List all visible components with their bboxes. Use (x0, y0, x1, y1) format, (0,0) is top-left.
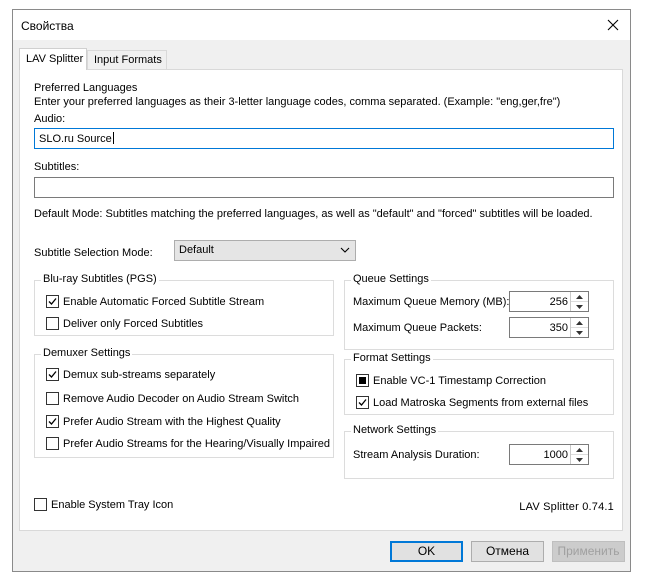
format-group-title: Format Settings (351, 352, 433, 364)
queue-packets-label: Maximum Queue Packets: (353, 322, 482, 334)
matroska-segments-checkbox[interactable]: Load Matroska Segments from external fil… (356, 396, 588, 409)
queue-group-title: Queue Settings (351, 273, 431, 285)
checkmark-icon (358, 399, 367, 406)
spin-down-button[interactable] (571, 328, 588, 337)
close-icon (607, 19, 619, 31)
vc1-timestamp-checkbox[interactable]: Enable VC-1 Timestamp Correction (356, 374, 546, 387)
checkbox-label: Remove Audio Decoder on Audio Stream Swi… (63, 392, 300, 405)
tab-input-formats[interactable]: Input Formats (87, 50, 167, 69)
caret-up-icon (576, 294, 583, 299)
audio-input-value: SLO.ru Source (39, 133, 112, 145)
subtitle-mode-value: Default (179, 244, 214, 256)
spinner-arrows (570, 292, 588, 311)
demux-substreams-checkbox[interactable]: Demux sub-streams separately (46, 368, 215, 381)
subtitles-label: Subtitles: (34, 161, 80, 173)
spinner-arrows (570, 318, 588, 337)
ok-button[interactable]: OK (390, 541, 463, 562)
checkbox-box (46, 368, 59, 381)
caret-up-icon (576, 447, 583, 452)
tab-panel: Preferred Languages Enter your preferred… (19, 69, 623, 531)
caret-down-icon (576, 330, 583, 335)
subtitle-languages-input[interactable] (34, 177, 614, 198)
checkbox-box (356, 396, 369, 409)
subtitle-mode-select[interactable]: Default (174, 240, 356, 261)
spin-down-button[interactable] (571, 302, 588, 311)
window-title: Свойства (21, 19, 74, 33)
system-tray-checkbox[interactable]: Enable System Tray Icon (34, 498, 173, 511)
checkbox-box (46, 317, 59, 330)
remove-audio-decoder-checkbox[interactable]: Remove Audio Decoder on Audio Stream Swi… (46, 392, 299, 405)
caret-down-icon (576, 457, 583, 462)
checkbox-label: Load Matroska Segments from external fil… (373, 396, 589, 409)
demuxer-group-title: Demuxer Settings (41, 347, 133, 359)
network-group-title: Network Settings (351, 424, 439, 436)
cancel-button[interactable]: Отмена (471, 541, 544, 562)
audio-languages-input[interactable]: SLO.ru Source (34, 128, 614, 149)
audio-label: Audio: (34, 113, 66, 125)
queue-packets-spinner[interactable]: 350 (509, 317, 589, 338)
caret-up-icon (576, 320, 583, 325)
checkbox-box (356, 374, 369, 387)
properties-dialog: Свойства LAV Splitter Input Formats Pref… (12, 9, 631, 572)
stream-duration-spinner[interactable]: 1000 (509, 444, 589, 465)
checkbox-box (46, 295, 59, 308)
checkmark-icon (48, 298, 57, 305)
indeterminate-mark (359, 377, 366, 384)
checkbox-label: Demux sub-streams separately (63, 368, 216, 381)
subtitle-mode-label: Subtitle Selection Mode: (34, 247, 153, 259)
text-caret (112, 132, 114, 144)
chevron-down-icon (340, 247, 350, 253)
apply-button[interactable]: Применить (552, 541, 625, 562)
bluray-group-title: Blu-ray Subtitles (PGS) (41, 273, 159, 285)
queue-memory-value: 256 (549, 296, 568, 308)
checkbox-box (34, 498, 47, 511)
checkbox-label: Enable System Tray Icon (51, 498, 174, 511)
checkmark-icon (48, 371, 57, 378)
network-settings-group: Network Settings Stream Analysis Duratio… (344, 424, 614, 479)
checkbox-label: Deliver only Forced Subtitles (63, 317, 204, 330)
checkbox-label: Prefer Audio Streams for the Hearing/Vis… (63, 437, 330, 450)
spin-up-button[interactable] (571, 318, 588, 328)
tab-lav-splitter[interactable]: LAV Splitter (19, 48, 87, 70)
prefer-highest-quality-checkbox[interactable]: Prefer Audio Stream with the Highest Qua… (46, 415, 281, 428)
stream-duration-label: Stream Analysis Duration: (353, 449, 480, 461)
checkbox-box (46, 392, 59, 405)
queue-memory-spinner[interactable]: 256 (509, 291, 589, 312)
checkbox-label: Enable Automatic Forced Subtitle Stream (63, 295, 265, 308)
checkbox-box (46, 437, 59, 450)
languages-description: Enter your preferred languages as their … (34, 96, 561, 108)
close-button[interactable] (596, 10, 630, 40)
default-mode-text: Default Mode: Subtitles matching the pre… (34, 208, 593, 220)
caret-down-icon (576, 304, 583, 309)
spinner-arrows (570, 445, 588, 464)
bluray-subtitles-group: Blu-ray Subtitles (PGS) Enable Automatic… (34, 273, 334, 336)
checkmark-icon (48, 418, 57, 425)
prefer-impaired-streams-checkbox[interactable]: Prefer Audio Streams for the Hearing/Vis… (46, 437, 330, 450)
spin-down-button[interactable] (571, 455, 588, 464)
checkbox-box (46, 415, 59, 428)
queue-packets-value: 350 (549, 322, 568, 334)
stream-duration-value: 1000 (543, 449, 568, 461)
queue-memory-label: Maximum Queue Memory (MB): (353, 296, 510, 308)
checkbox-label: Prefer Audio Stream with the Highest Qua… (63, 415, 281, 428)
version-label: LAV Splitter 0.74.1 (519, 501, 614, 513)
title-bar: Свойства (13, 10, 630, 40)
spin-up-button[interactable] (571, 445, 588, 455)
queue-settings-group: Queue Settings Maximum Queue Memory (MB)… (344, 273, 614, 350)
format-settings-group: Format Settings Enable VC-1 Timestamp Co… (344, 352, 614, 415)
deliver-forced-only-checkbox[interactable]: Deliver only Forced Subtitles (46, 317, 203, 330)
spin-up-button[interactable] (571, 292, 588, 302)
demuxer-settings-group: Demuxer Settings Demux sub-streams separ… (34, 347, 334, 458)
enable-forced-subtitle-checkbox[interactable]: Enable Automatic Forced Subtitle Stream (46, 295, 264, 308)
checkbox-label: Enable VC-1 Timestamp Correction (373, 374, 547, 387)
preferred-languages-heading: Preferred Languages (34, 82, 138, 94)
